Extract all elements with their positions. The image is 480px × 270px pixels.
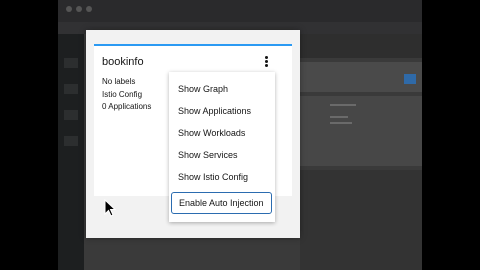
istio-config-text[interactable]: Istio Config [102,90,142,99]
menu-item-show-istio-config[interactable]: Show Istio Config [178,172,248,182]
menu-item-show-workloads[interactable]: Show Workloads [178,128,245,138]
menu-item-enable-auto-injection[interactable]: Enable Auto Injection [171,192,272,214]
background-action-button [404,74,416,84]
background-lower-area [300,170,422,270]
menu-item-show-graph[interactable]: Show Graph [178,84,228,94]
kebab-menu-icon[interactable] [262,56,270,70]
labels-text: No labels [102,77,136,86]
menu-item-show-applications[interactable]: Show Applications [178,106,251,116]
applications-count: 0 Applications [102,102,152,111]
menu-item-show-services[interactable]: Show Services [178,150,238,160]
background-content-panel [300,96,422,166]
background-toolbar [300,62,422,92]
background-page-header [300,34,422,58]
mouse-pointer-icon [104,199,116,217]
namespace-actions-menu: Show Graph Show Applications Show Worklo… [169,72,275,222]
side-navigation [58,34,84,270]
browser-toolbar [58,0,422,22]
namespace-title: bookinfo [102,56,144,68]
